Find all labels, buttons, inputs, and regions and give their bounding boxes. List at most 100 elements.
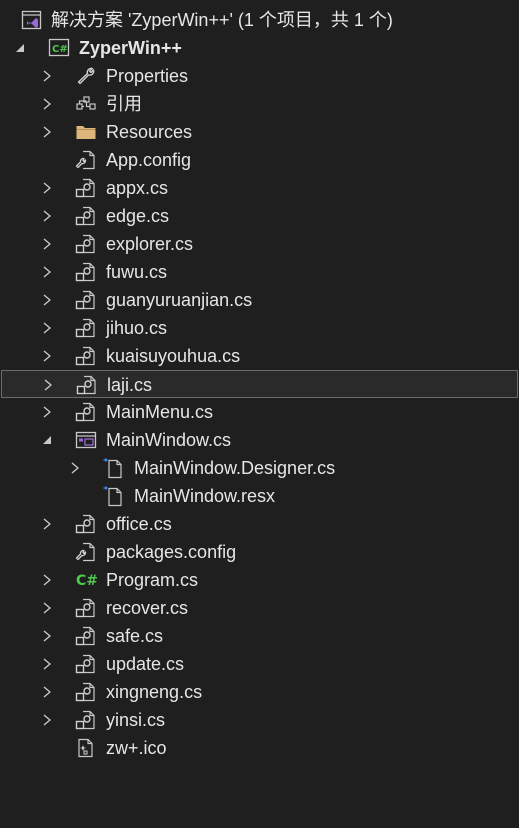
tree-item-label: xingneng.cs (106, 682, 203, 702)
dependent-file-icon (103, 485, 125, 507)
tree-item[interactable]: update.cs (0, 650, 519, 678)
cs-class-file-icon (75, 681, 97, 703)
tree-item[interactable]: MainWindow.resx (0, 482, 519, 510)
tree-item-label: laji.cs (107, 375, 153, 395)
solution-node[interactable]: 解决方案 'ZyperWin++' (1 个项目，共 1 个) (0, 6, 519, 34)
collapsed-arrow-icon[interactable] (40, 685, 54, 699)
references-icon (75, 93, 97, 115)
tree-item[interactable]: Properties (0, 62, 519, 90)
tree-item-label: Program.cs (106, 570, 199, 590)
tree-item[interactable]: guanyuruanjian.cs (0, 286, 519, 314)
project-label: ZyperWin++ (79, 38, 182, 58)
tree-item-label: MainWindow.Designer.cs (134, 458, 336, 478)
collapsed-arrow-icon[interactable] (40, 265, 54, 279)
tree-item-label: update.cs (106, 654, 185, 674)
tree-item-label: MainWindow.resx (134, 486, 276, 506)
tree-item-label: jihuo.cs (106, 318, 168, 338)
collapsed-arrow-icon[interactable] (40, 657, 54, 671)
tree-item[interactable]: edge.cs (0, 202, 519, 230)
tree-item-label: packages.config (106, 542, 237, 562)
cs-class-file-icon (75, 233, 97, 255)
collapsed-arrow-icon[interactable] (40, 629, 54, 643)
cs-class-file-icon (75, 177, 97, 199)
cs-class-file-icon (75, 261, 97, 283)
config-file-icon (75, 541, 97, 563)
tree-item-label: recover.cs (106, 598, 189, 618)
collapsed-arrow-icon[interactable] (40, 573, 54, 587)
cs-class-file-icon (75, 317, 97, 339)
cs-class-file-icon (75, 597, 97, 619)
expanded-arrow-icon[interactable] (13, 41, 27, 55)
tree-item-label: MainMenu.cs (106, 402, 214, 422)
config-file-icon (75, 149, 97, 171)
collapsed-arrow-icon[interactable] (40, 125, 54, 139)
tree-item-label: kuaisuyouhua.cs (106, 346, 241, 366)
tree-item-label: 引用 (106, 94, 142, 114)
tree-item-label: safe.cs (106, 626, 164, 646)
cs-class-file-icon (75, 205, 97, 227)
tree-item[interactable]: 引用 (0, 90, 519, 118)
cs-class-file-icon (75, 625, 97, 647)
collapsed-arrow-icon[interactable] (40, 321, 54, 335)
collapsed-arrow-icon[interactable] (40, 97, 54, 111)
csharp-project-icon: C# (48, 37, 70, 59)
collapsed-arrow-icon[interactable] (40, 601, 54, 615)
tree-item[interactable]: xingneng.cs (0, 678, 519, 706)
collapsed-arrow-icon[interactable] (68, 461, 82, 475)
tree-item[interactable]: jihuo.cs (0, 314, 519, 342)
cs-class-file-icon (75, 709, 97, 731)
collapsed-arrow-icon[interactable] (40, 69, 54, 83)
tree-item[interactable]: App.config (0, 146, 519, 174)
tree-item[interactable]: laji.cs (1, 370, 518, 398)
collapsed-arrow-icon[interactable] (40, 713, 54, 727)
tree-item[interactable]: zw+.ico (0, 734, 519, 762)
tree-item-label: explorer.cs (106, 234, 194, 254)
tree-item[interactable]: MainMenu.cs (0, 398, 519, 426)
solution-icon (21, 9, 43, 31)
tree-item[interactable]: Resources (0, 118, 519, 146)
cs-class-file-icon (75, 401, 97, 423)
collapsed-arrow-icon[interactable] (40, 517, 54, 531)
tree-item[interactable]: fuwu.cs (0, 258, 519, 286)
svg-text:C#: C# (52, 44, 68, 55)
tree-item[interactable]: C# Program.cs (0, 566, 519, 594)
expanded-arrow-icon[interactable] (40, 433, 54, 447)
tree-item[interactable]: MainWindow.Designer.cs (0, 454, 519, 482)
tree-item-label: fuwu.cs (106, 262, 168, 282)
tree-item[interactable]: explorer.cs (0, 230, 519, 258)
tree-item[interactable]: office.cs (0, 510, 519, 538)
tree-item[interactable]: packages.config (0, 538, 519, 566)
cs-class-file-icon (76, 374, 98, 396)
cs-class-file-icon (75, 653, 97, 675)
folder-icon (75, 121, 97, 143)
tree-item-label: yinsi.cs (106, 710, 166, 730)
cs-class-file-icon (75, 513, 97, 535)
tree-item[interactable]: recover.cs (0, 594, 519, 622)
tree-item[interactable]: appx.cs (0, 174, 519, 202)
tree-item-label: appx.cs (106, 178, 169, 198)
solution-label: 解决方案 'ZyperWin++' (1 个项目，共 1 个) (51, 10, 393, 30)
tree-item[interactable]: kuaisuyouhua.cs (0, 342, 519, 370)
csharp-file-icon: C# (75, 569, 97, 591)
form-icon (75, 429, 97, 451)
collapsed-arrow-icon[interactable] (41, 378, 55, 392)
tree-item-label: App.config (106, 150, 192, 170)
collapsed-arrow-icon[interactable] (40, 181, 54, 195)
tree-item-label: edge.cs (106, 206, 170, 226)
collapsed-arrow-icon[interactable] (40, 349, 54, 363)
solution-explorer-tree: 解决方案 'ZyperWin++' (1 个项目，共 1 个) C# Zyper… (0, 6, 519, 762)
cs-class-file-icon (75, 345, 97, 367)
svg-text:C#: C# (76, 573, 97, 589)
collapsed-arrow-icon[interactable] (40, 405, 54, 419)
project-node[interactable]: C# ZyperWin++ (0, 34, 519, 62)
collapsed-arrow-icon[interactable] (40, 209, 54, 223)
collapsed-arrow-icon[interactable] (40, 293, 54, 307)
tree-item-label: office.cs (106, 514, 172, 534)
tree-item[interactable]: safe.cs (0, 622, 519, 650)
dependent-file-icon (103, 457, 125, 479)
collapsed-arrow-icon[interactable] (40, 237, 54, 251)
tree-item[interactable]: yinsi.cs (0, 706, 519, 734)
cs-class-file-icon (75, 289, 97, 311)
tree-item[interactable]: MainWindow.cs (0, 426, 519, 454)
ico-file-icon (75, 737, 97, 759)
